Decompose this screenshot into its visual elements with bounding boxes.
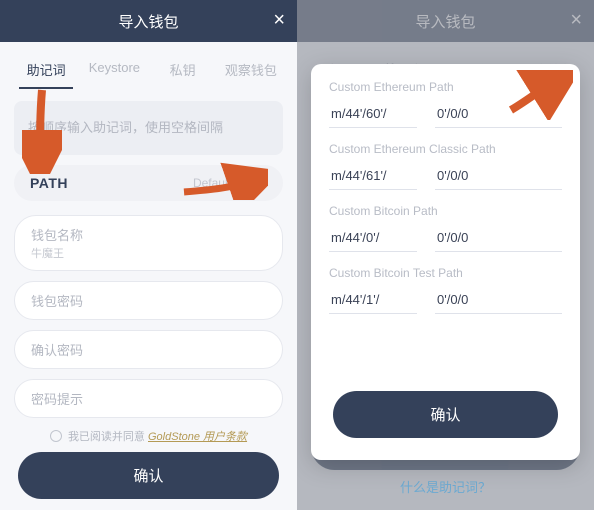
tab-watch[interactable]: 观察钱包: [217, 56, 285, 87]
password-hint-field[interactable]: 密码提示: [14, 379, 283, 418]
background-help-link: 什么是助记词？: [297, 477, 594, 496]
close-icon[interactable]: ×: [273, 10, 285, 30]
confirm-button[interactable]: 确认: [18, 452, 279, 499]
path-prefix-input[interactable]: m/44'/0'/: [329, 224, 417, 252]
agreement-row: 我已阅读并同意 GoldStone 用户条款: [14, 428, 283, 444]
tab-keystore[interactable]: Keystore: [80, 56, 148, 87]
tabs: 助记词 Keystore 私钥 观察钱包: [0, 42, 297, 93]
path-group-btc-test: Custom Bitcoin Test Path m/44'/1'/ 0'/0/…: [329, 266, 562, 314]
phone-right: 导入钱包 × 助记词 Keystore 私钥 观察钱包 确认 什么是助记词？ C…: [297, 0, 594, 510]
tab-privatekey[interactable]: 私钥: [149, 56, 217, 87]
path-group-btc: Custom Bitcoin Path m/44'/0'/ 0'/0/0: [329, 204, 562, 252]
terms-link[interactable]: GoldStone 用户条款: [148, 431, 247, 443]
mnemonic-input[interactable]: 按顺序输入助记词，使用空格间隔: [14, 101, 283, 155]
header-title: 导入钱包: [118, 11, 178, 32]
path-prefix-input[interactable]: m/44'/1'/: [329, 286, 417, 314]
tab-mnemonic[interactable]: 助记词: [12, 56, 80, 87]
phone-left: 导入钱包 × 助记词 Keystore 私钥 观察钱包 按顺序输入助记词，使用空…: [0, 0, 297, 510]
form: 按顺序输入助记词，使用空格间隔 PATH Default Path › 钱包名称…: [0, 93, 297, 510]
modal-confirm-button[interactable]: 确认: [333, 391, 558, 438]
path-group-eth: Custom Ethereum Path m/44'/60'/ 0'/0/0: [329, 80, 562, 128]
path-value: Default Path ›: [193, 176, 267, 190]
path-suffix-input[interactable]: 0'/0/0: [435, 224, 562, 252]
checkbox-icon[interactable]: [50, 430, 62, 442]
confirm-password-field[interactable]: 确认密码: [14, 330, 283, 369]
path-suffix-input[interactable]: 0'/0/0: [435, 286, 562, 314]
path-suffix-input[interactable]: 0'/0/0: [435, 100, 562, 128]
agreement-text: 我已阅读并同意 GoldStone 用户条款: [68, 428, 247, 444]
path-label: PATH: [30, 175, 68, 191]
path-prefix-input[interactable]: m/44'/61'/: [329, 162, 417, 190]
path-suffix-input[interactable]: 0'/0/0: [435, 162, 562, 190]
path-group-etc: Custom Ethereum Classic Path m/44'/61'/ …: [329, 142, 562, 190]
path-prefix-input[interactable]: m/44'/60'/: [329, 100, 417, 128]
path-modal: Custom Ethereum Path m/44'/60'/ 0'/0/0 C…: [311, 64, 580, 460]
wallet-name-field[interactable]: 钱包名称 牛魔王: [14, 215, 283, 271]
chevron-right-icon: ›: [263, 176, 267, 190]
header: 导入钱包 ×: [0, 0, 297, 42]
wallet-password-field[interactable]: 钱包密码: [14, 281, 283, 320]
path-selector[interactable]: PATH Default Path ›: [14, 165, 283, 201]
